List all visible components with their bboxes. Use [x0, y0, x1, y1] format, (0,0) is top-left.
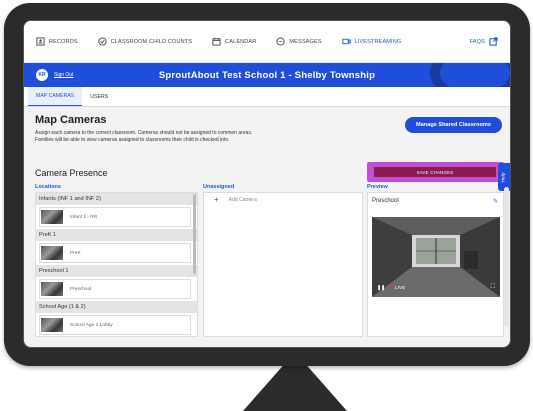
school-banner: KR Sign Out SproutAbout Test School 1 - …: [24, 63, 510, 87]
plus-icon: +: [214, 195, 219, 204]
page-title: Map Cameras: [35, 114, 107, 126]
camera-name: Infant 1 - RR: [70, 214, 98, 220]
screen: RECORDS CLASSROOM CHILD COUNTS CALENDAR …: [23, 20, 511, 348]
location-group: School Age (1 & 2): [36, 301, 197, 313]
locations-scrollbar[interactable]: [193, 194, 196, 274]
camera-card[interactable]: Preschool: [39, 279, 191, 299]
pause-icon[interactable]: ❚❚: [377, 286, 385, 291]
tab-users[interactable]: USERS: [82, 87, 116, 106]
nav-faqs-label: FAQS: [469, 38, 485, 45]
main-content: Map Cameras Assign each camera to the co…: [24, 107, 510, 337]
video-controls: ❚❚ LIVE: [377, 286, 405, 291]
page-description-line-1: Assign each camera to the correct classr…: [35, 130, 253, 136]
camera-name: Preschool: [70, 286, 92, 292]
camera-thumbnail: [41, 318, 63, 332]
camera-thumbnail: [41, 210, 63, 224]
calendar-icon: [212, 37, 221, 46]
unassigned-list: + Add Camera: [203, 192, 363, 337]
monitor-frame: RECORDS CLASSROOM CHILD COUNTS CALENDAR …: [4, 3, 530, 366]
check-circle-icon: [98, 37, 107, 46]
camera-card[interactable]: PreK: [39, 243, 191, 263]
pencil-icon[interactable]: ✎: [493, 198, 498, 205]
live-label: LIVE: [395, 286, 406, 291]
help-label: Help: [501, 172, 507, 182]
message-icon: [276, 37, 285, 46]
video-player[interactable]: ❚❚ LIVE ⛶: [372, 217, 500, 297]
locations-label: Locations: [35, 184, 61, 190]
nav-messages-label: MESSAGES: [289, 38, 322, 45]
nav-records[interactable]: RECORDS: [36, 37, 78, 46]
nav-classroom-child-counts[interactable]: CLASSROOM CHILD COUNTS: [98, 37, 192, 46]
nav-calendar-label: CALENDAR: [225, 38, 257, 45]
preview-camera-name: Preschool: [372, 198, 399, 204]
page-description: Assign each camera to the correct classr…: [35, 130, 335, 144]
page-scrollbar[interactable]: [504, 187, 509, 327]
preview-label: Preview: [367, 184, 388, 190]
preview-header: Preschool ✎: [368, 193, 503, 209]
preview-panel: Preschool ✎ ❚❚ LIVE ⛶: [367, 192, 504, 337]
nav-livestreaming[interactable]: LIVESTREAMING: [342, 37, 402, 46]
save-changes-button[interactable]: SAVE CHANGES: [374, 167, 496, 177]
nav-calendar[interactable]: CALENDAR: [212, 37, 256, 46]
add-camera-button[interactable]: + Add Camera: [204, 193, 362, 207]
top-navigation: RECORDS CLASSROOM CHILD COUNTS CALENDAR …: [24, 21, 510, 63]
unassigned-label: Unassigned: [203, 184, 235, 190]
camera-name: PreK: [70, 250, 81, 256]
camera-name: School Age 1 Lobby: [70, 322, 113, 328]
fullscreen-icon[interactable]: ⛶: [491, 284, 495, 291]
location-group: Infants (INF 1 and INF 2): [36, 193, 197, 205]
locations-list: Infants (INF 1 and INF 2) Infant 1 - RR …: [35, 192, 198, 337]
nav-classroom-child-counts-label: CLASSROOM CHILD COUNTS: [110, 38, 193, 45]
camera-card[interactable]: School Age 1 Lobby: [39, 315, 191, 335]
monitor-mockup: RECORDS CLASSROOM CHILD COUNTS CALENDAR …: [0, 0, 533, 411]
tab-bar: MAP CAMERAS USERS: [24, 87, 510, 107]
add-camera-label: Add Camera: [228, 197, 257, 203]
nav-records-label: RECORDS: [49, 38, 78, 45]
camera-feed-image: [372, 217, 500, 297]
live-indicator: LIVE: [390, 286, 405, 291]
camera-thumbnail: [41, 282, 63, 296]
nav-faqs[interactable]: FAQS: [470, 37, 498, 46]
camera-card[interactable]: Infant 1 - RR: [39, 207, 191, 227]
location-group: PreK 1: [36, 229, 197, 241]
camera-thumbnail: [41, 246, 63, 260]
school-title: SproutAbout Test School 1 - Shelby Towns…: [158, 69, 376, 81]
camera-presence-title: Camera Presence: [35, 168, 108, 178]
page-description-line-2: Families will be able to view cameras as…: [35, 137, 230, 143]
manage-shared-classrooms-button[interactable]: Manage Shared Classrooms: [405, 117, 502, 133]
nav-messages[interactable]: MESSAGES: [276, 37, 322, 46]
video-camera-icon: [342, 38, 351, 45]
location-group: Preschool 1: [36, 265, 197, 277]
tab-map-cameras[interactable]: MAP CAMERAS: [28, 87, 83, 106]
nav-livestreaming-label: LIVESTREAMING: [354, 38, 402, 45]
external-link-icon: [489, 37, 498, 46]
records-icon: [36, 37, 45, 46]
